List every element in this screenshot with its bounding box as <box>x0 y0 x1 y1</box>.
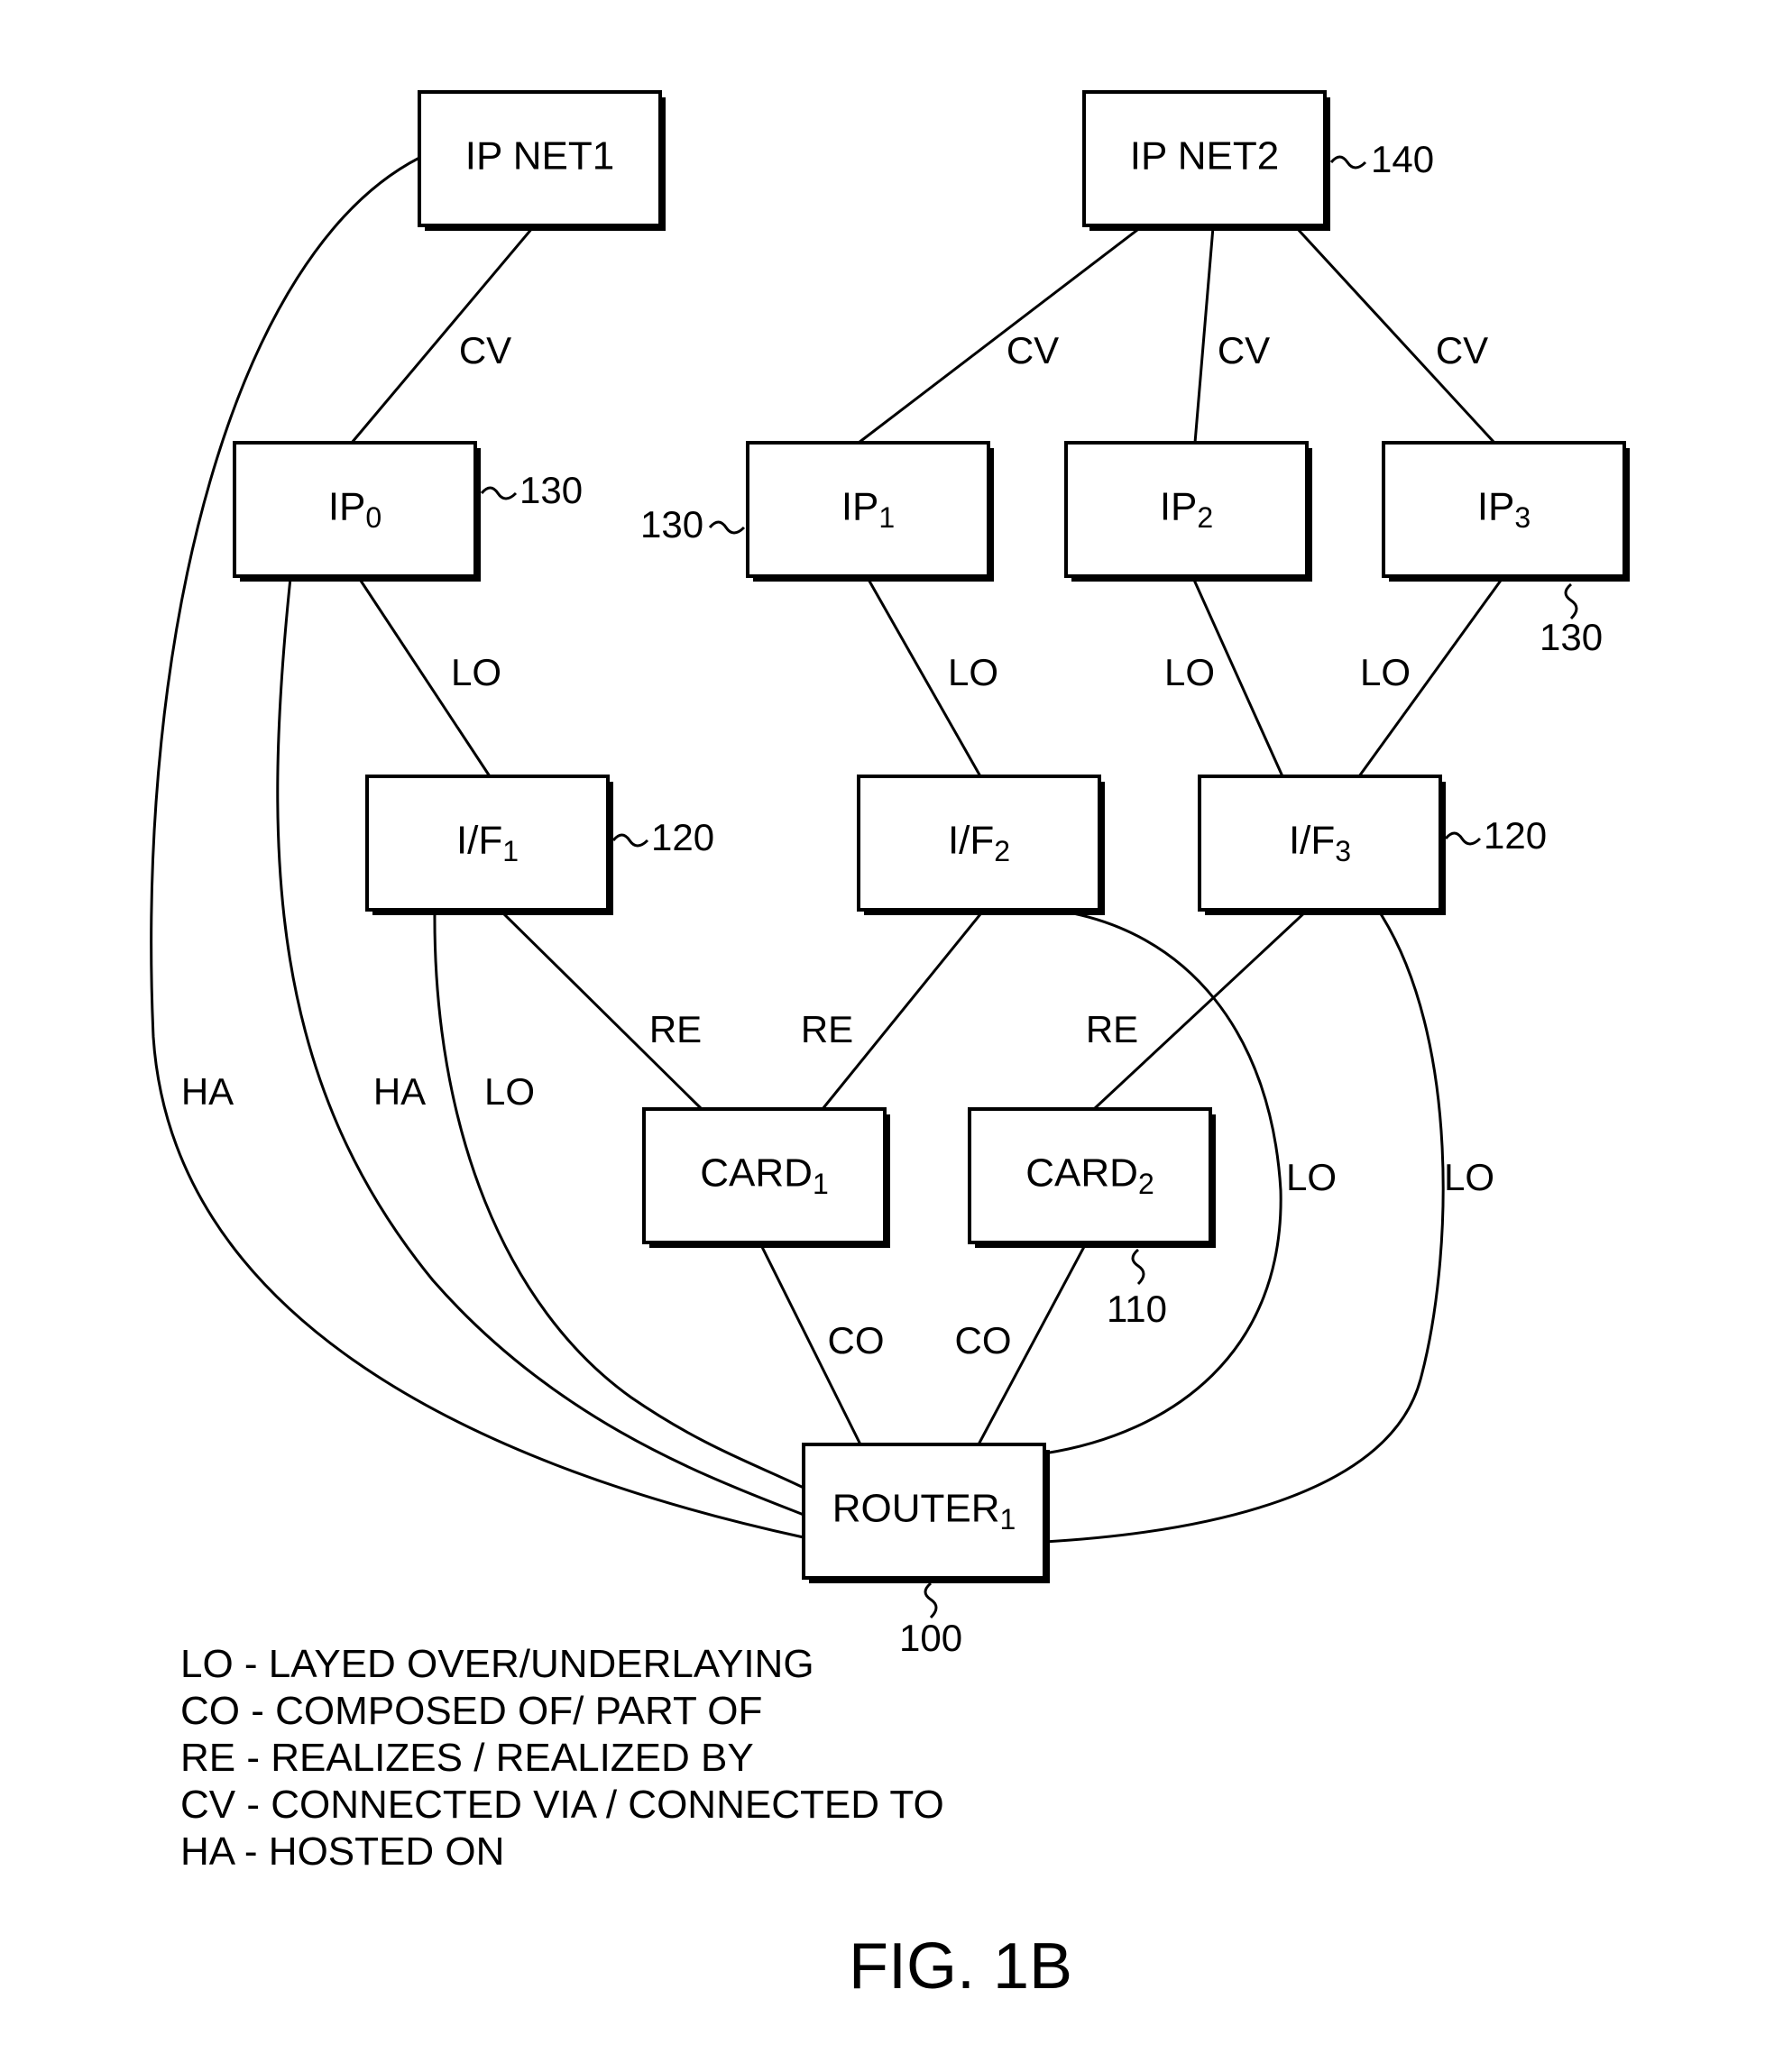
node-router1: ROUTER1 <box>802 1443 1050 1583</box>
reference-numeral: 100 <box>899 1617 962 1659</box>
figure-title: FIG. 1B <box>849 1930 1072 2003</box>
edge-label: CO <box>828 1319 885 1361</box>
node-card2: CARD2 <box>968 1107 1216 1248</box>
edge-label: CV <box>1218 329 1270 371</box>
reference-leader <box>924 1582 938 1619</box>
legend-item: HA - HOSTED ON <box>180 1829 504 1874</box>
reference-numeral: 130 <box>1540 616 1603 658</box>
node-card1: CARD1 <box>642 1107 890 1248</box>
network-diagram: IP NET1 IP NET2 IP0 IP1 IP2 IP3 I/F1 I/F2 I/F3 CA… <box>150 90 1630 2003</box>
reference-leader <box>708 520 746 535</box>
reference-numeral: 110 <box>1107 1288 1167 1330</box>
reference-leader <box>1564 582 1578 620</box>
edge-label: CV <box>1436 329 1488 371</box>
legend-item: CV - CONNECTED VIA / CONNECTED TO <box>180 1783 944 1827</box>
edge-ipnet2-ip2 <box>1193 226 1215 444</box>
legend-item: RE - REALIZES / REALIZED BY <box>180 1736 754 1780</box>
node-if1: I/F1 <box>365 775 613 915</box>
node-ip0: IP0 <box>233 441 481 582</box>
legend-item: CO - COMPOSED OF/ PART OF <box>180 1689 762 1733</box>
reference-numeral: 120 <box>1484 814 1547 857</box>
reference-numeral: 130 <box>519 469 583 511</box>
edge-label: HA <box>373 1070 426 1113</box>
nodes-layer: IP NET1 IP NET2 IP0 IP1 IP2 IP3 I/F1 I/F2 I/F3 CA… <box>233 90 1630 1583</box>
node-if3: I/F3 <box>1198 775 1446 915</box>
edge-ipnet2-ip1 <box>858 225 1142 445</box>
node-label: IP NET1 <box>465 134 614 179</box>
node-ipnet1: IP NET1 <box>418 90 666 231</box>
reference-numeral: 140 <box>1371 138 1434 180</box>
edge-label: LO <box>948 651 998 693</box>
node-label: IP NET2 <box>1130 134 1279 179</box>
edge-label: LO <box>451 651 501 693</box>
reference-numeral: 120 <box>651 816 714 858</box>
reference-leader <box>1131 1248 1145 1286</box>
edge-label: LO <box>1360 651 1411 693</box>
edge-ip0-router1 <box>276 577 804 1517</box>
reference-leader <box>1444 831 1482 846</box>
edge-label: CO <box>955 1319 1012 1361</box>
reference-numeral: 130 <box>640 503 703 546</box>
edge-label: LO <box>1286 1156 1337 1198</box>
reference-leader <box>1329 155 1367 170</box>
edge-label: LO <box>1164 651 1215 693</box>
node-label: CARD2 <box>1025 1151 1154 1201</box>
edge-label: CV <box>459 329 511 371</box>
legend: LO - LAYED OVER/UNDERLAYING CO - COMPOSE… <box>180 1642 944 1874</box>
node-ip3: IP3 <box>1382 441 1630 582</box>
node-ipnet2: IP NET2 <box>1082 90 1330 231</box>
edge-label: RE <box>801 1008 853 1050</box>
edge-label: RE <box>1086 1008 1138 1050</box>
node-label: CARD1 <box>700 1151 828 1201</box>
node-label: ROUTER1 <box>832 1487 1016 1536</box>
node-ip2: IP2 <box>1064 441 1312 582</box>
reference-leader <box>480 486 518 500</box>
edge-label: LO <box>484 1070 535 1113</box>
node-if2: I/F2 <box>857 775 1105 915</box>
node-ip1: IP1 <box>746 441 994 582</box>
edge-label: HA <box>181 1070 234 1113</box>
edge-label: CV <box>1007 329 1059 371</box>
edge-label: LO <box>1444 1156 1494 1198</box>
edge-label: RE <box>649 1008 702 1050</box>
reference-leader <box>611 833 649 848</box>
legend-item: LO - LAYED OVER/UNDERLAYING <box>180 1642 814 1686</box>
